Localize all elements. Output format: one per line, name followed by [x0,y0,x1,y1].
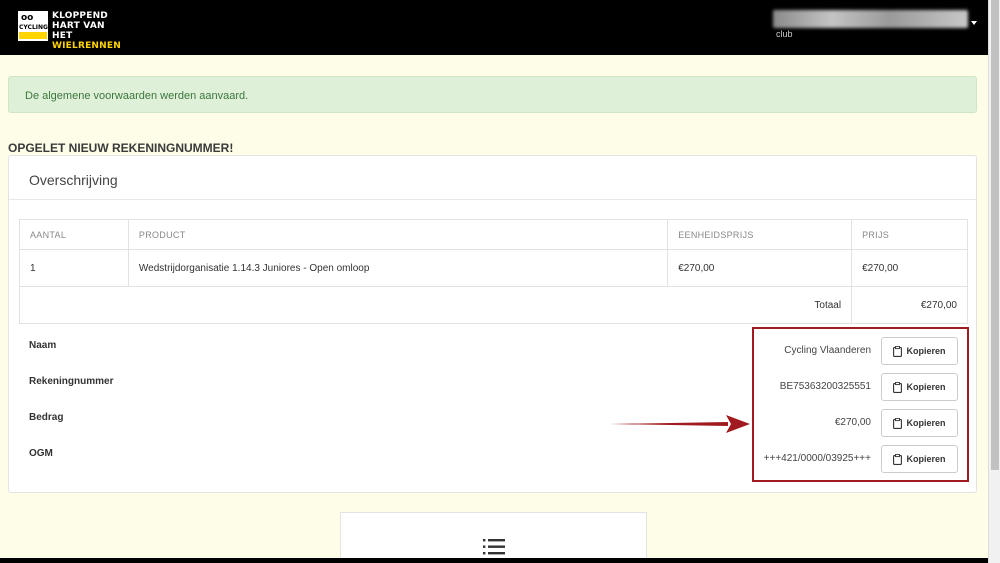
column-header: PRIJS [851,219,968,250]
label-naam: Naam [29,340,57,351]
cell-prijs: €270,00 [851,249,968,287]
column-header: PRODUCT [127,219,669,250]
success-alert: De algemene voorwaarden werden aanvaard. [8,76,977,113]
cell-product: Wedstrijdorganisatie 1.14.3 Juniores - O… [127,249,669,287]
user-menu[interactable]: club [773,8,977,42]
value-ogm: +++421/0000/03925+++ [763,453,871,464]
arrow-annotation [610,415,750,433]
bottom-bar [0,558,988,563]
copy-rekeningnummer-button[interactable]: Kopieren [881,373,958,401]
user-name-redacted [773,10,968,28]
menu-icon[interactable] [483,538,505,556]
copy-ogm-button[interactable]: Kopieren [881,445,958,473]
label-rekeningnummer: Rekeningnummer [29,376,114,387]
copy-bedrag-button[interactable]: Kopieren [881,409,958,437]
page-scrollbar[interactable] [988,0,1000,563]
scrollbar-thumb[interactable] [991,0,999,470]
value-bedrag: €270,00 [834,417,871,428]
value-rekeningnummer: BE75363200325551 [779,381,871,392]
clipboard-icon [893,453,903,465]
copy-naam-button[interactable]: Kopieren [881,337,958,365]
label-bedrag: Bedrag [29,412,64,423]
user-role: club [776,29,793,39]
total-label: Totaal [18,286,853,324]
clipboard-icon [893,381,903,393]
cell-eenheidsprijs: €270,00 [667,249,853,287]
clipboard-icon [893,345,903,357]
panel-title: Overschrijving [9,156,976,200]
account-notice: OPGELET NIEUW REKENINGNUMMER! [8,141,234,155]
table-total-row: Totaal €270,00 [18,286,968,324]
logo-badge: oo CYCLING [18,11,48,41]
table-row: 1 Wedstrijdorganisatie 1.14.3 Juniores -… [19,249,968,287]
caret-down-icon[interactable] [971,21,977,25]
top-navbar: oo CYCLING KLOPPEND HART VAN HET WIELREN… [0,0,988,55]
menu-card[interactable] [340,512,647,563]
value-naam: Cycling Vlaanderen [784,345,871,356]
cell-aantal: 1 [19,249,129,287]
table-header-row: AANTAL PRODUCT EENHEIDSPRIJS PRIJS [19,219,968,250]
total-value: €270,00 [851,286,968,324]
clipboard-icon [893,417,903,429]
label-ogm: OGM [29,448,53,459]
transfer-panel: Overschrijving AANTAL PRODUCT EENHEIDSPR… [8,155,977,493]
logo-text: KLOPPEND HART VAN HET WIELRENNEN [52,11,121,51]
order-table: AANTAL PRODUCT EENHEIDSPRIJS PRIJS 1 Wed… [18,219,968,324]
column-header: EENHEIDSPRIJS [667,219,853,250]
logo[interactable]: oo CYCLING KLOPPEND HART VAN HET WIELREN… [18,11,128,51]
column-header: AANTAL [19,219,129,250]
